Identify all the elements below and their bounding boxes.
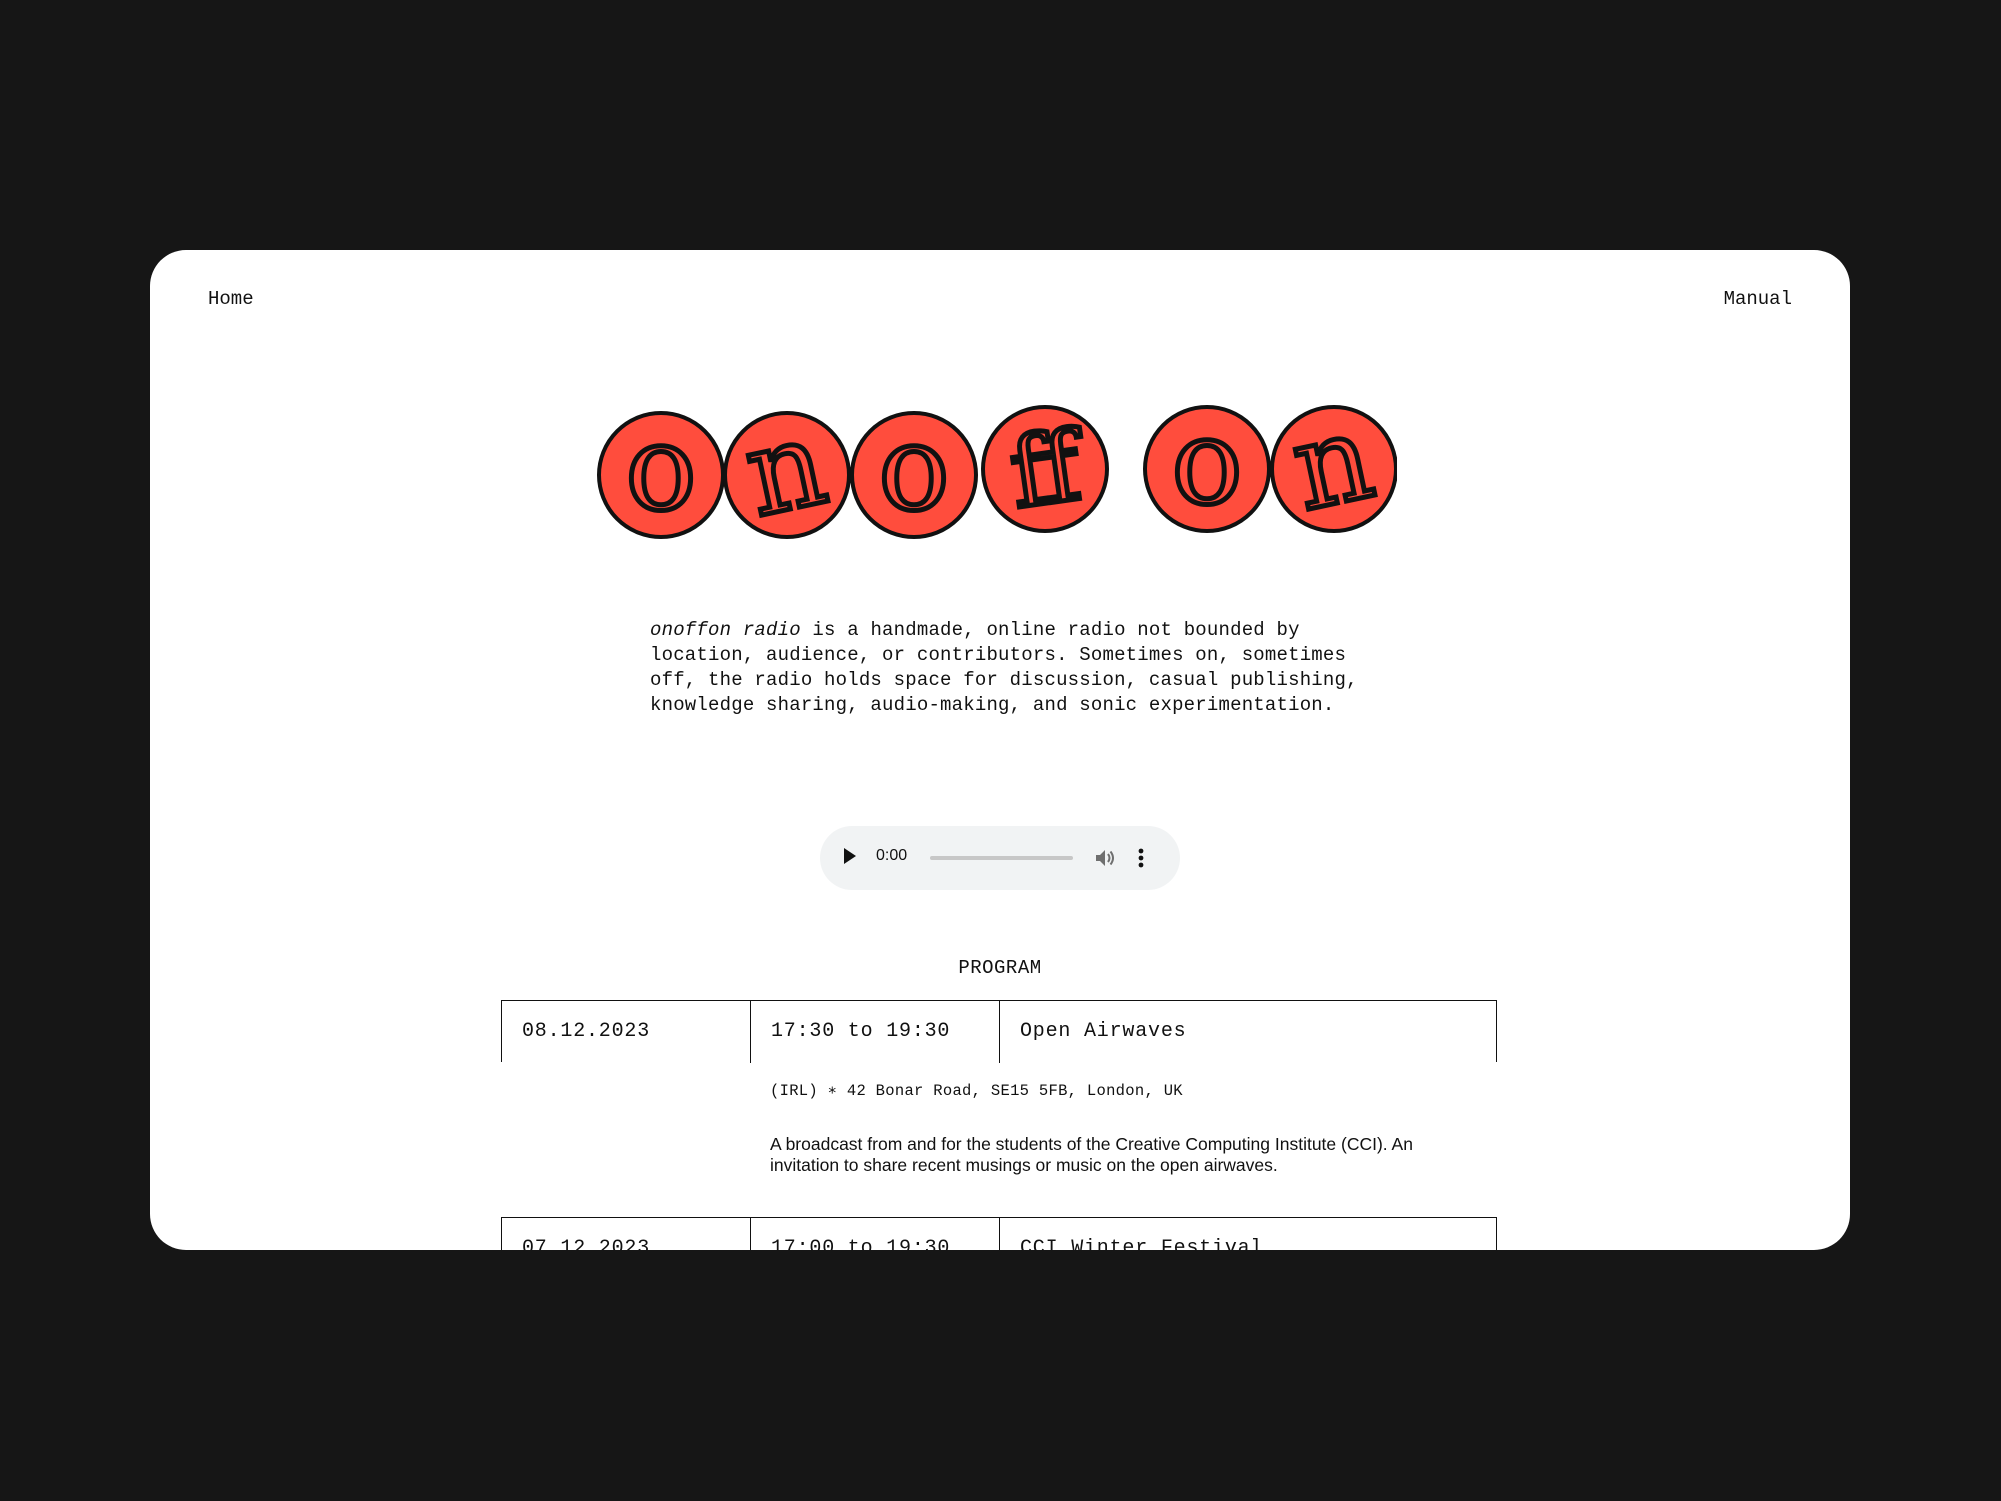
program-title: Open Airwaves (1020, 1020, 1187, 1043)
program-location: (IRL) ∗ 42 Bonar Road, SE15 5FB, London,… (770, 1082, 1183, 1100)
nav-manual-link[interactable]: Manual (1724, 288, 1792, 310)
program-title: CCI Winter Festival (1020, 1237, 1264, 1250)
program-date: 08.12.2023 (502, 1001, 751, 1063)
intro-name: onoffon radio (650, 619, 801, 641)
nav-home-link[interactable]: Home (208, 288, 254, 310)
player-progress-track[interactable] (930, 856, 1073, 860)
program-heading: PROGRAM (958, 957, 1042, 979)
volume-icon[interactable] (1094, 848, 1116, 868)
logo-letter: o (625, 405, 696, 537)
audio-player[interactable]: 0:00 (820, 826, 1180, 890)
program-date: 07.12.2023 (502, 1218, 751, 1250)
logo-letter: o (878, 405, 949, 537)
program-time: 17:30 to 19:30 (751, 1001, 1000, 1063)
program-row[interactable]: 07.12.2023 17:00 to 19:30 CCI Winter Fes… (501, 1217, 1497, 1250)
program-time: 17:00 to 19:30 (751, 1218, 1000, 1250)
browser-window: Home Manual o n o ff o n onoffon radio is a h… (150, 250, 1850, 1250)
logo-letter: o (1171, 405, 1242, 531)
more-options-icon[interactable] (1138, 848, 1144, 868)
program-description: A broadcast from and for the students of… (770, 1134, 1413, 1175)
program-row[interactable]: 08.12.2023 17:30 to 19:30 Open Airwaves (501, 1000, 1497, 1063)
intro-paragraph: onoffon radio is a handmade, online radi… (650, 618, 1370, 718)
onoffon-logo: o n o ff o n (597, 405, 1397, 540)
player-time: 0:00 (876, 847, 908, 864)
play-icon[interactable] (844, 848, 856, 864)
